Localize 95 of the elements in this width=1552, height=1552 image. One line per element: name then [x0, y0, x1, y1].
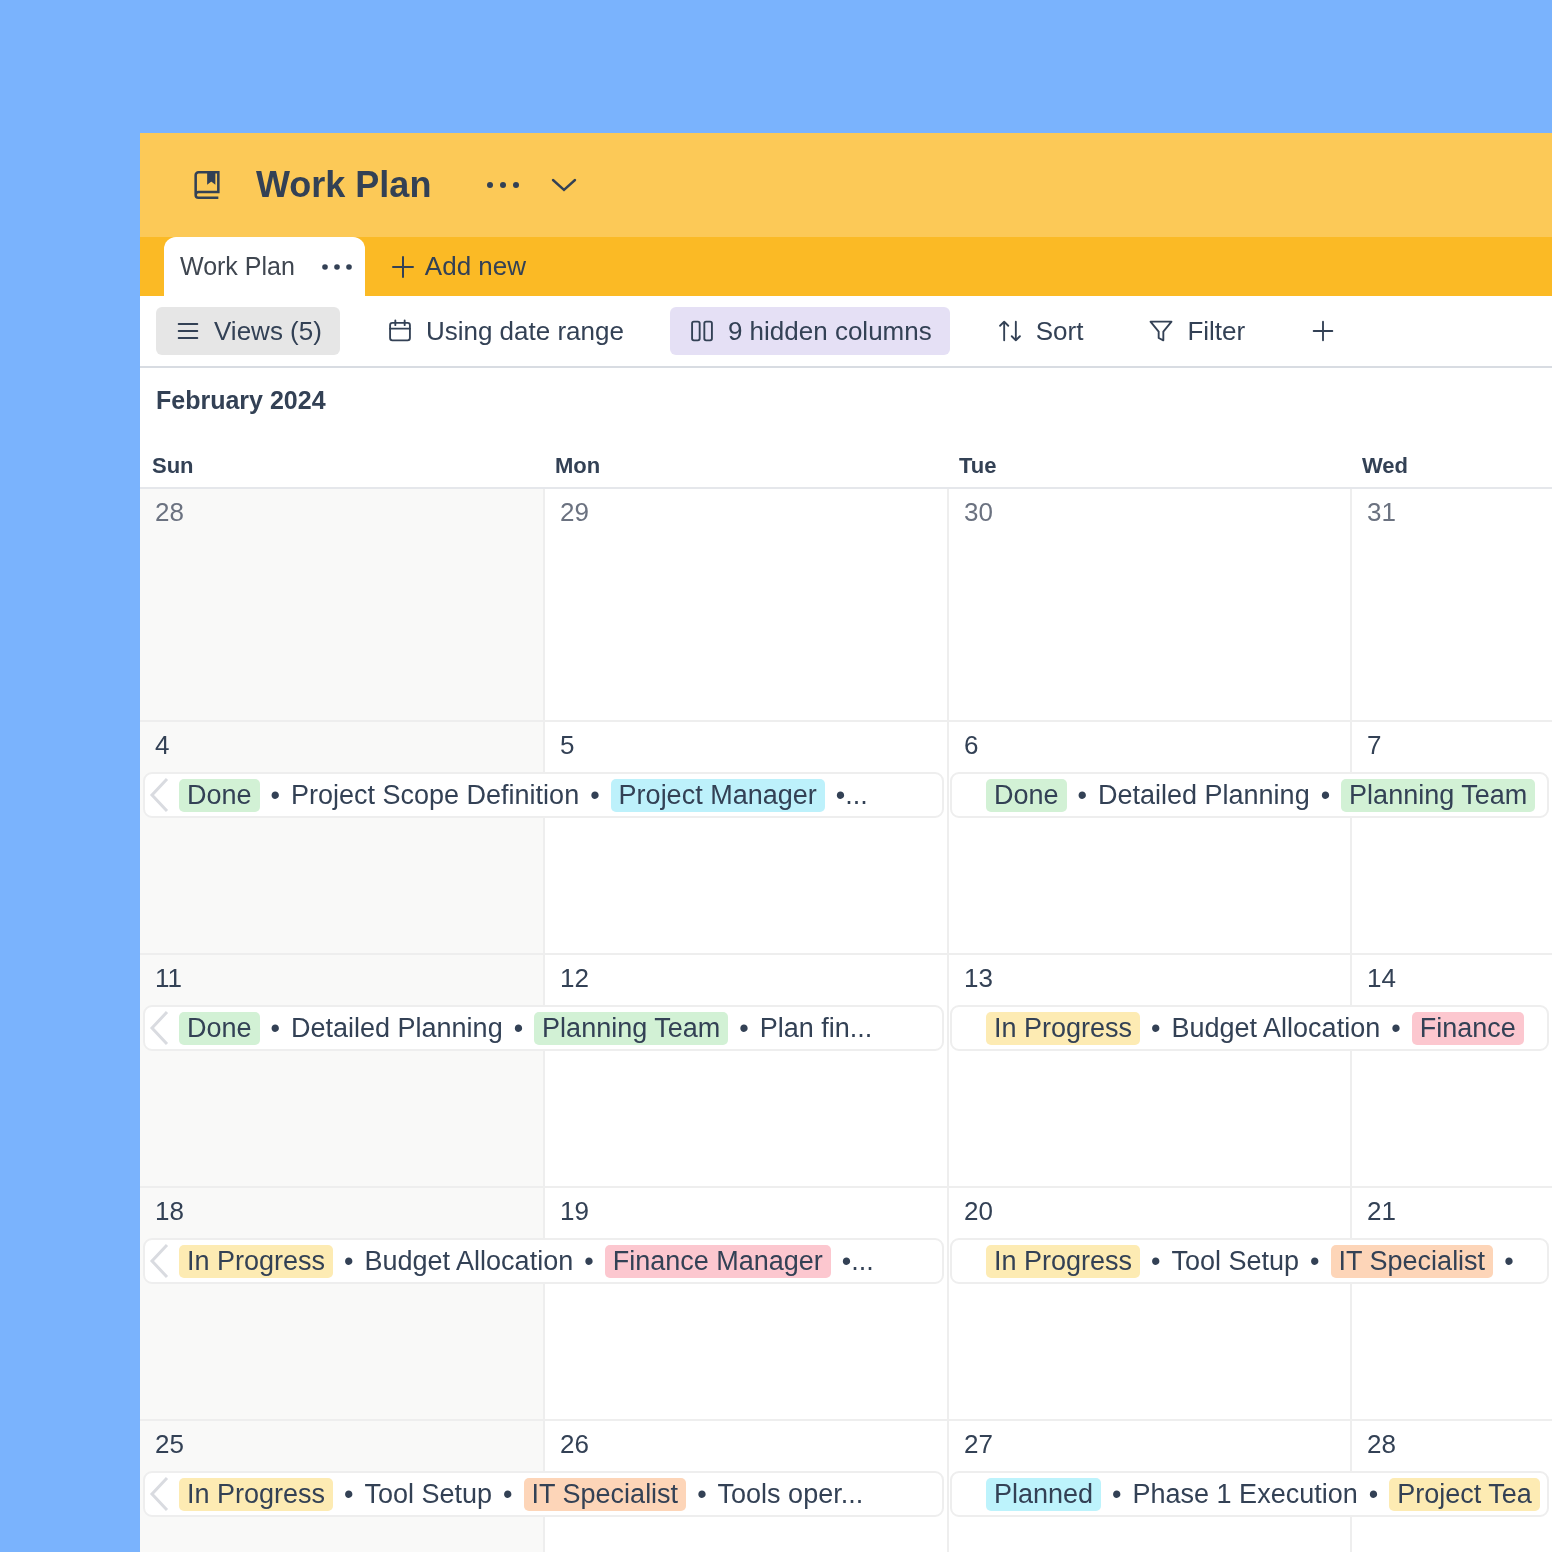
date-number: 19 — [560, 1196, 589, 1226]
event-tag: Project Tea — [1389, 1477, 1540, 1511]
event-tag: In Progress — [179, 1477, 334, 1511]
date-number: 28 — [1367, 1429, 1396, 1459]
chevron-left-icon — [147, 1010, 171, 1046]
event-bar[interactable]: Done • Detailed Planning • Planning Team • Plan fin... — [143, 1005, 944, 1051]
bullet: • — [1151, 1012, 1161, 1044]
event-title: Tool Setup — [364, 1478, 493, 1510]
chevron-left-icon — [147, 1243, 171, 1279]
date-number: 6 — [964, 730, 979, 760]
bullet: • — [1077, 779, 1087, 811]
date-number: 4 — [155, 730, 170, 760]
view-tab[interactable]: Work Plan — [164, 237, 365, 296]
date-number: 13 — [964, 963, 993, 993]
date-number: 7 — [1367, 730, 1382, 760]
more-indicator: •... — [835, 779, 868, 811]
bullet: • — [1310, 1245, 1320, 1277]
chevron-left-icon — [147, 777, 171, 813]
event-bar[interactable]: In Progress • Tool Setup • IT Specialist • — [950, 1238, 1549, 1284]
bullet: • — [513, 1012, 524, 1044]
tab-label: Work Plan — [180, 252, 295, 281]
event-title: Budget Allocation — [1171, 1012, 1381, 1044]
date-number: 12 — [560, 963, 589, 993]
event-bar[interactable]: Planned • Phase 1 Execution • Project Tea — [950, 1471, 1549, 1517]
columns-button[interactable]: 9 hidden columns — [669, 307, 950, 355]
event-tag: Planning Team — [534, 1011, 729, 1045]
event-title: Project Scope Definition — [291, 779, 580, 811]
sort-button[interactable]: Sort — [977, 307, 1102, 355]
more-indicator: • — [1504, 1245, 1514, 1277]
filter-button[interactable]: Filter — [1129, 307, 1264, 355]
date-number: 26 — [560, 1429, 589, 1459]
event-tag: Finance Manager — [604, 1244, 831, 1278]
event-title: Detailed Planning — [291, 1012, 503, 1044]
weekday-label: Wed — [1361, 453, 1410, 480]
event-bar[interactable]: Done • Detailed Planning • Planning Team — [950, 772, 1549, 818]
event-bar[interactable]: In Progress • Budget Allocation • Finance — [950, 1005, 1549, 1051]
bullet: • — [344, 1478, 354, 1510]
bullet: • — [503, 1478, 513, 1510]
plus-icon — [390, 254, 415, 279]
event-tag: Project Manager — [610, 778, 825, 812]
date-number: 29 — [560, 497, 589, 527]
date-number: 11 — [155, 963, 182, 993]
date-number: 21 — [1367, 1196, 1396, 1226]
chevron-left-icon — [147, 1476, 171, 1512]
event-tag: Done — [179, 1011, 260, 1045]
page-title: Work Plan — [256, 164, 432, 206]
bullet: • — [739, 1012, 749, 1044]
date-number: 28 — [155, 497, 184, 527]
event-tag: IT Specialist — [523, 1477, 687, 1511]
bullet: • — [697, 1478, 707, 1510]
weekday-label: Mon — [554, 453, 602, 480]
weekday-label: Sun — [151, 453, 195, 480]
event-tag: Done — [179, 778, 260, 812]
bullet: • — [344, 1245, 354, 1277]
event-title: Tools oper... — [717, 1478, 864, 1510]
bullet: • — [1320, 779, 1331, 811]
event-tag: Planned — [986, 1477, 1102, 1511]
event-tag: IT Specialist — [1330, 1244, 1494, 1278]
more-icon[interactable] — [320, 262, 353, 271]
bullet: • — [1151, 1245, 1161, 1277]
event-bar[interactable]: Done • Project Scope Definition • Project Manager •... — [143, 772, 944, 818]
event-tag: Done — [986, 778, 1067, 812]
date-number: 25 — [155, 1429, 184, 1459]
more-indicator: •... — [841, 1245, 874, 1277]
bullet: • — [270, 779, 280, 811]
event-bar[interactable]: In Progress • Budget Allocation • Finance Manager •... — [143, 1238, 944, 1284]
event-tag: In Progress — [986, 1244, 1141, 1278]
bullet: • — [1368, 1478, 1379, 1510]
event-title: Detailed Planning — [1098, 779, 1310, 811]
event-tag: Finance — [1411, 1011, 1524, 1045]
event-tag: In Progress — [986, 1011, 1141, 1045]
event-tag: Planning Team — [1341, 778, 1536, 812]
event-bar[interactable]: In Progress • Tool Setup • IT Specialist • Tools oper... — [143, 1471, 944, 1517]
date-number: 30 — [964, 497, 993, 527]
date-number: 18 — [155, 1196, 184, 1226]
bullet: • — [1391, 1012, 1401, 1044]
month-title: February 2024 — [155, 385, 327, 416]
event-title: Budget Allocation — [364, 1245, 574, 1277]
event-tag: In Progress — [179, 1244, 334, 1278]
date-button[interactable]: Using date range — [367, 307, 642, 355]
views-button[interactable]: Views (5) — [156, 307, 340, 355]
date-number: 31 — [1367, 497, 1396, 527]
weekday-label: Tue — [958, 453, 998, 480]
bullet: • — [1112, 1478, 1122, 1510]
bullet: • — [270, 1012, 280, 1044]
event-title: Phase 1 Execution — [1132, 1478, 1358, 1510]
bullet: • — [590, 779, 600, 811]
event-title: Tool Setup — [1171, 1245, 1300, 1277]
date-number: 5 — [560, 730, 575, 760]
event-title: Plan fin... — [759, 1012, 873, 1044]
date-number: 20 — [964, 1196, 993, 1226]
add-new-button[interactable]: Add new — [390, 237, 527, 296]
date-number: 27 — [964, 1429, 993, 1459]
date-number: 14 — [1367, 963, 1396, 993]
bullet: • — [584, 1245, 594, 1277]
